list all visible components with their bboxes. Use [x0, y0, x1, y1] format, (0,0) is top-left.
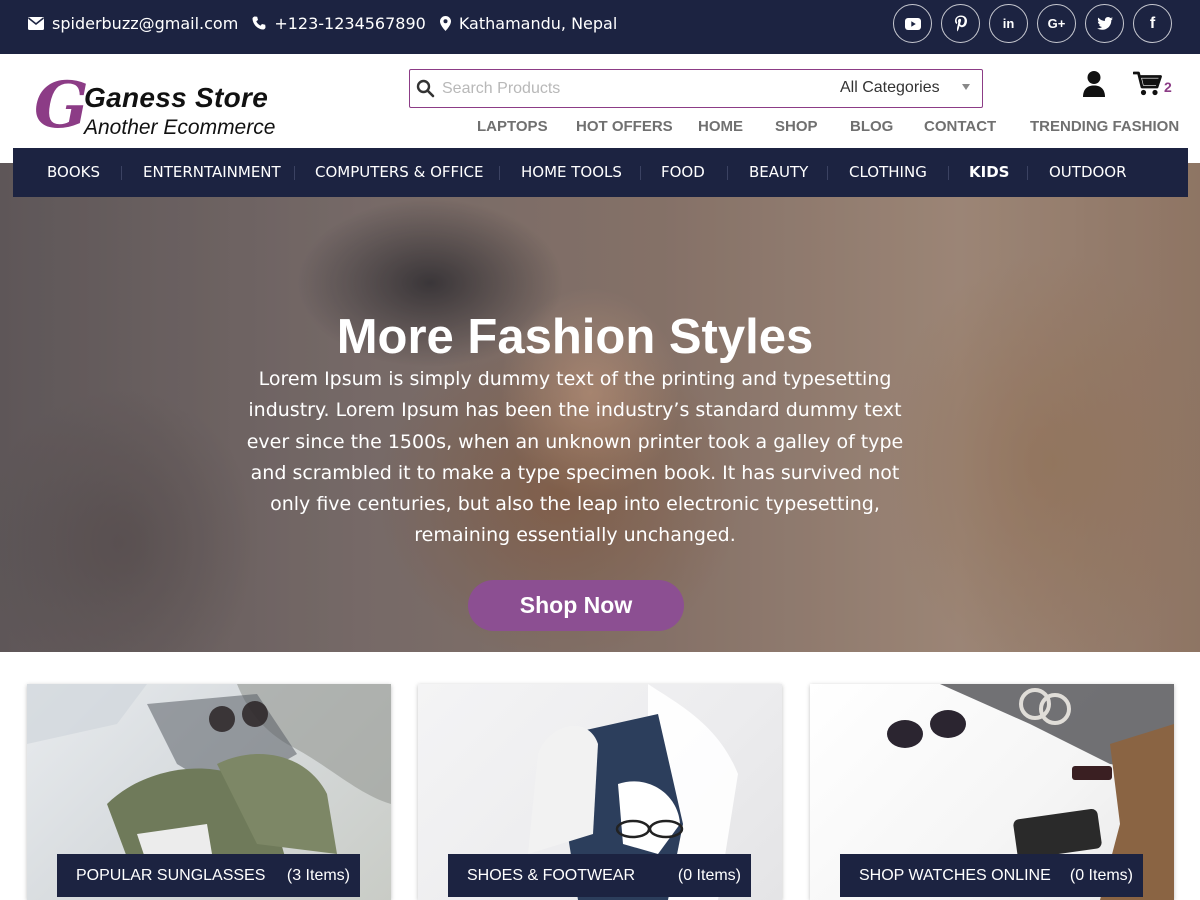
category-divider: [727, 166, 728, 180]
linkedin-icon[interactable]: in: [989, 4, 1028, 43]
category-card-count: (0 Items): [1069, 867, 1133, 884]
nav-item-laptops[interactable]: LAPTOPS: [477, 118, 548, 135]
phone-text: +123-1234567890: [274, 13, 426, 33]
category-select[interactable]: All Categories: [840, 79, 940, 97]
location-item: Kathamandu, Nepal: [439, 13, 618, 33]
category-card-watches[interactable]: SHOP WATCHES ONLINE (0 Items): [810, 684, 1174, 900]
category-divider: [1027, 166, 1028, 180]
category-divider: [827, 166, 828, 180]
category-beauty[interactable]: BEAUTY: [749, 163, 808, 181]
category-outdoor[interactable]: OUTDOOR: [1049, 163, 1127, 181]
category-card-title: SHOES & FOOTWEAR: [467, 867, 636, 884]
contact-info: spiderbuzz@gmail.com +123-1234567890 Kat…: [28, 0, 631, 46]
hero-title: More Fashion Styles: [336, 310, 814, 364]
category-entertainment[interactable]: ENTERNTAINMENT: [143, 163, 281, 181]
product-search: All Categories: [409, 69, 983, 108]
category-card-title: SHOP WATCHES ONLINE: [859, 867, 1051, 884]
top-bar: spiderbuzz@gmail.com +123-1234567890 Kat…: [0, 0, 1200, 54]
phone-item[interactable]: +123-1234567890: [252, 14, 426, 33]
nav-item-contact[interactable]: CONTACT: [924, 118, 996, 135]
hero-banner: More Fashion Styles Lorem Ipsum is simpl…: [0, 163, 1200, 652]
category-clothing[interactable]: CLOTHING: [849, 163, 927, 181]
user-account-icon[interactable]: [1082, 70, 1106, 98]
hero-text: Lorem Ipsum is simply dummy text of the …: [246, 368, 904, 547]
nav-item-trending-fashion[interactable]: TRENDING FASHION: [1030, 118, 1179, 135]
category-computers-office[interactable]: COMPUTERS & OFFICE: [315, 163, 484, 181]
email-item[interactable]: spiderbuzz@gmail.com: [28, 14, 238, 33]
cart-count-badge: 2: [1164, 79, 1172, 95]
nav-item-home[interactable]: HOME: [698, 118, 743, 135]
map-marker-icon: [439, 15, 451, 31]
site-header: G Ganess Store Another Ecommerce All Cat…: [0, 54, 1200, 148]
pinterest-icon[interactable]: [941, 4, 980, 43]
nav-item-shop[interactable]: SHOP: [775, 118, 818, 135]
social-links: in G+ f: [884, 4, 1172, 43]
category-card-title: POPULAR SUNGLASSES: [76, 867, 266, 884]
category-card-shoes-footwear[interactable]: SHOES & FOOTWEAR (0 Items): [418, 684, 782, 900]
category-card-label: SHOES & FOOTWEAR (0 Items): [448, 854, 751, 897]
category-card-count: (0 Items): [677, 867, 741, 884]
category-bar: BOOKS ENTERNTAINMENT COMPUTERS & OFFICE …: [13, 148, 1188, 197]
search-input[interactable]: [442, 74, 802, 103]
category-divider: [948, 166, 949, 180]
category-card-sunglasses[interactable]: POPULAR SUNGLASSES (3 Items): [27, 684, 391, 900]
google-plus-icon[interactable]: G+: [1037, 4, 1076, 43]
category-card-label: SHOP WATCHES ONLINE (0 Items): [840, 854, 1143, 897]
phone-icon: [252, 16, 266, 30]
logo-name: Ganess Store: [84, 82, 269, 113]
envelope-icon: [28, 16, 44, 30]
shopping-cart-icon: [1132, 71, 1162, 96]
twitter-icon[interactable]: [1085, 4, 1124, 43]
category-books[interactable]: BOOKS: [47, 163, 100, 181]
category-kids[interactable]: KIDS: [969, 163, 1009, 181]
chevron-down-icon[interactable]: [962, 84, 970, 90]
location-text: Kathamandu, Nepal: [458, 13, 618, 33]
facebook-icon[interactable]: f: [1133, 4, 1172, 43]
category-home-tools[interactable]: HOME TOOLS: [521, 163, 622, 181]
nav-item-blog[interactable]: BLOG: [850, 118, 893, 135]
category-card-label: POPULAR SUNGLASSES (3 Items): [57, 854, 360, 897]
cart-button[interactable]: 2: [1132, 71, 1177, 99]
email-text: spiderbuzz@gmail.com: [52, 13, 239, 33]
youtube-icon[interactable]: [893, 4, 932, 43]
nav-item-hot-offers[interactable]: HOT OFFERS: [576, 118, 673, 135]
search-icon[interactable]: [416, 79, 435, 103]
shop-now-button[interactable]: Shop Now: [468, 580, 684, 631]
category-food[interactable]: FOOD: [661, 163, 705, 181]
category-divider: [121, 166, 122, 180]
main-navigation: LAPTOPS HOT OFFERS HOME SHOP BLOG CONTAC…: [0, 118, 1200, 138]
category-divider: [294, 166, 295, 180]
category-divider: [640, 166, 641, 180]
category-divider: [499, 166, 500, 180]
category-card-count: (3 Items): [286, 867, 350, 884]
